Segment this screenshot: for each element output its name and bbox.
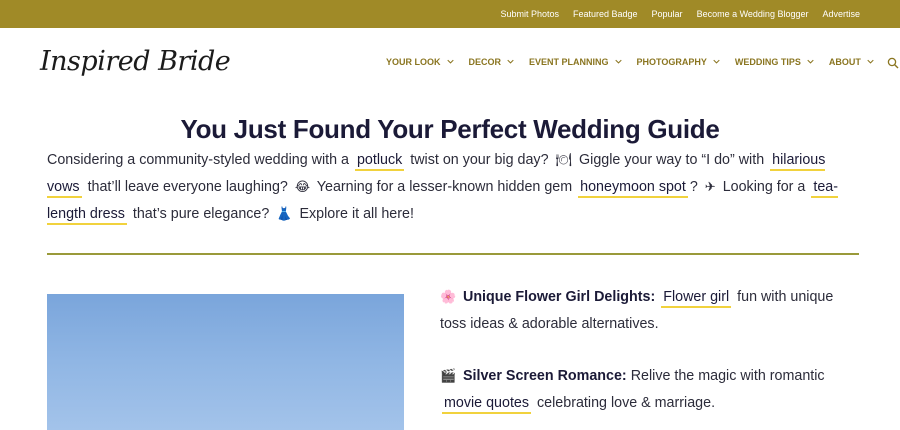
intro-text: Yearning for a lesser-known hidden gem: [316, 179, 573, 195]
nav-decor[interactable]: DECOR: [469, 57, 520, 67]
site-logo[interactable]: Inspired Bride: [40, 46, 231, 77]
page-title: You Just Found Your Perfect Wedding Guid…: [180, 114, 720, 144]
nav-label: EVENT PLANNING: [529, 57, 609, 67]
feature-title: Unique Flower Girl Delights:: [463, 289, 656, 305]
intro-text: ?: [689, 179, 698, 195]
nav-label: PHOTOGRAPHY: [636, 57, 707, 67]
nav-label: WEDDING TIPS: [734, 57, 801, 67]
nav-about[interactable]: ABOUT: [829, 57, 879, 67]
advertise-link[interactable]: Advertise: [822, 9, 860, 19]
section-divider: [47, 253, 859, 255]
chevron-down-icon: [867, 57, 879, 67]
nav-your-look[interactable]: YOUR LOOK: [386, 57, 459, 67]
feature-title: Silver Screen Romance:: [463, 368, 627, 384]
nav-label: YOUR LOOK: [386, 57, 441, 67]
movie-quotes-link[interactable]: movie quotes: [442, 395, 532, 414]
nav-wedding-tips[interactable]: WEDDING TIPS: [735, 57, 819, 67]
airplane-icon: ✈: [704, 180, 716, 195]
popular-link[interactable]: Popular: [652, 9, 683, 19]
feature-text: celebrating love & marriage.: [537, 395, 716, 411]
nav-label: ABOUT: [828, 57, 861, 67]
potluck-link[interactable]: potluck: [354, 152, 405, 171]
chevron-down-icon: [713, 57, 725, 67]
honeymoon-spot-link[interactable]: honeymoon spot: [578, 179, 688, 198]
article-photo[interactable]: [47, 294, 404, 430]
submit-photos-link[interactable]: Submit Photos: [500, 9, 559, 19]
intro-text: Considering a community-styled wedding w…: [47, 152, 349, 168]
feature-item-movie-quotes: 🎬 Silver Screen Romance: Relive the magic…: [440, 362, 840, 417]
flower-girl-link[interactable]: Flower girl: [661, 289, 732, 308]
nav-label: DECOR: [468, 57, 502, 67]
chevron-down-icon: [807, 57, 819, 67]
flower-icon: 🌸: [440, 289, 457, 304]
intro-paragraph: Considering a community-styled wedding w…: [47, 147, 862, 228]
intro-text: that’s pure elegance?: [132, 206, 270, 222]
feature-list: 🌸 Unique Flower Girl Delights: Flower gir…: [440, 283, 840, 430]
search-icon[interactable]: [887, 56, 899, 69]
clapperboard-icon: 🎬: [440, 368, 457, 383]
featured-badge-link[interactable]: Featured Badge: [573, 9, 638, 19]
chevron-down-icon: [507, 57, 519, 67]
chevron-down-icon: [446, 57, 459, 67]
intro-text: Giggle your way to “I do” with: [579, 152, 765, 168]
intro-text: twist on your big day?: [410, 152, 549, 168]
become-blogger-link[interactable]: Become a Wedding Blogger: [697, 9, 809, 19]
chevron-down-icon: [614, 57, 627, 67]
intro-text: that’ll leave everyone laughing?: [87, 179, 288, 195]
nav-photography[interactable]: PHOTOGRAPHY: [637, 57, 725, 67]
feature-item-flower-girl: 🌸 Unique Flower Girl Delights: Flower gir…: [440, 283, 840, 338]
intro-text: Looking for a: [722, 179, 806, 195]
feature-text: Relive the magic with romantic: [630, 368, 825, 384]
nav-event-planning[interactable]: EVENT PLANNING: [529, 57, 627, 67]
site-header: Inspired Bride YOUR LOOK DECOR EVENT PLA…: [0, 28, 900, 98]
top-utility-bar: Submit Photos Featured Badge Popular Bec…: [0, 0, 900, 28]
main-nav: YOUR LOOK DECOR EVENT PLANNING PHOTOGRAP…: [386, 56, 899, 69]
laughing-face-icon: 😂: [294, 180, 311, 195]
intro-text: Explore it all here!: [299, 206, 414, 222]
dress-icon: 👗: [276, 207, 293, 222]
plate-icon: 🍽: [555, 153, 573, 168]
